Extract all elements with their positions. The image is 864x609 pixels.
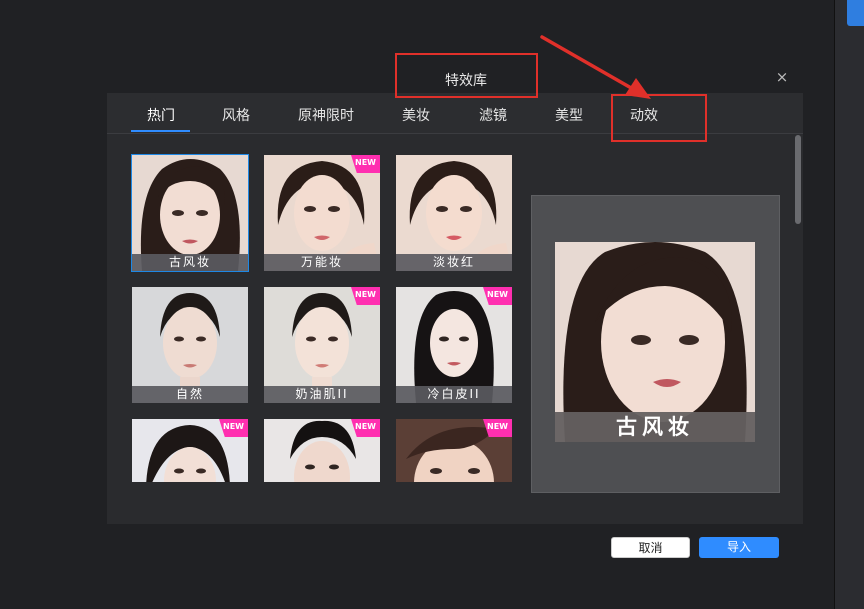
effects-grid: 古风妆 NEW 万能妆 淡妆红 自然 NEW 奶油肌II NEW 冷白皮II N…	[127, 153, 517, 482]
right-edge-button[interactable]	[847, 0, 864, 26]
effect-tile-wanneng[interactable]: NEW 万能妆	[264, 155, 380, 271]
effects-panel: 热门 风格 原神限时 美妆 滤镜 美型 动效 古风妆 NEW 万能妆 淡妆红 自…	[107, 93, 803, 524]
effect-label: 冷白皮II	[396, 386, 512, 403]
tab-style[interactable]: 风格	[222, 105, 250, 125]
close-icon[interactable]: ×	[774, 69, 790, 85]
right-edge-strip	[834, 0, 864, 609]
tab-genshin-limited[interactable]: 原神限时	[298, 105, 354, 125]
effect-label: 奶油肌II	[264, 386, 380, 403]
effect-tile[interactable]: NEW	[264, 419, 380, 482]
effect-tile[interactable]: NEW	[396, 419, 512, 482]
effect-tile[interactable]: NEW	[132, 419, 248, 482]
tab-hot[interactable]: 热门	[147, 105, 175, 125]
preview-panel: 古风妆	[531, 195, 780, 493]
cancel-button[interactable]: 取消	[611, 537, 690, 558]
scrollbar[interactable]	[793, 133, 803, 523]
active-tab-indicator	[131, 130, 190, 132]
effect-tile-lengbaipi[interactable]: NEW 冷白皮II	[396, 287, 512, 403]
effect-tile-naiyouji[interactable]: NEW 奶油肌II	[264, 287, 380, 403]
annotation-box-motion-tab	[611, 94, 707, 142]
tab-beauty-shape[interactable]: 美型	[555, 105, 583, 125]
annotation-box-title	[395, 53, 538, 98]
effect-label: 淡妆红	[396, 254, 512, 271]
import-button[interactable]: 导入	[699, 537, 779, 558]
tab-makeup[interactable]: 美妆	[402, 105, 430, 125]
effect-tile-gufeng[interactable]: 古风妆	[131, 154, 249, 272]
effect-label: 万能妆	[264, 254, 380, 271]
scrollbar-thumb[interactable]	[795, 135, 801, 224]
effect-tile-ziran[interactable]: 自然	[132, 287, 248, 403]
tab-filter[interactable]: 滤镜	[479, 105, 507, 125]
effect-tile-danzhuanghong[interactable]: 淡妆红	[396, 155, 512, 271]
effect-label: 自然	[132, 386, 248, 403]
preview-label: 古风妆	[555, 412, 755, 442]
effect-label: 古风妆	[132, 254, 248, 271]
